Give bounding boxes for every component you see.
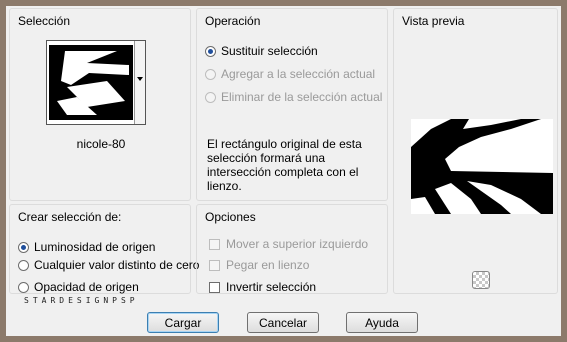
radio-sustituir-seleccion[interactable]: Sustituir selección — [205, 44, 318, 58]
selection-name-label: nicole-80 — [76, 137, 126, 151]
operacion-group: Operación Sustituir selección Agregar a … — [196, 8, 388, 201]
radio-button[interactable] — [205, 45, 216, 57]
crear-seleccion-title: Crear selección de: — [16, 210, 124, 224]
radio-button[interactable] — [18, 281, 29, 293]
checkbox[interactable] — [209, 259, 220, 271]
cancelar-button[interactable]: Cancelar — [247, 312, 319, 333]
checkbox[interactable] — [209, 238, 220, 250]
checkbox[interactable] — [209, 281, 220, 293]
seleccion-title: Selección — [16, 14, 73, 28]
selection-preview — [411, 119, 553, 214]
transparency-checker-icon[interactable] — [472, 271, 490, 289]
dropdown-arrow-icon[interactable] — [134, 41, 145, 124]
operation-description: El rectángulo original de esta selección… — [207, 137, 362, 193]
operacion-title: Operación — [203, 14, 263, 28]
load-selection-dialog: Selección nicole-80 Operación Sustituir … — [6, 6, 561, 336]
radio-label: Opacidad de origen — [34, 280, 139, 294]
checkbox-invertir-seleccion[interactable]: Invertir selección — [209, 280, 316, 294]
radio-label: Eliminar de la selección actual — [221, 90, 383, 104]
selection-thumbnail — [47, 41, 135, 124]
radio-button[interactable] — [18, 241, 29, 253]
seleccion-group: Selección nicole-80 — [9, 8, 191, 201]
radio-eliminar-seleccion[interactable]: Eliminar de la selección actual — [205, 90, 382, 104]
watermark-text: STARDESIGNPSP — [24, 296, 139, 305]
cargar-button[interactable]: Cargar — [147, 312, 219, 333]
radio-label: Sustituir selección — [221, 44, 318, 58]
checkbox-label: Invertir selección — [226, 280, 317, 294]
checkbox-label: Mover a superior izquierdo — [226, 237, 369, 251]
radio-button[interactable] — [205, 68, 216, 80]
radio-luminosidad-origen[interactable]: Luminosidad de origen — [18, 240, 155, 254]
radio-label: Agregar a la selección actual — [221, 67, 376, 81]
radio-button[interactable] — [205, 91, 216, 103]
radio-label: Cualquier valor distinto de cero — [34, 258, 200, 272]
radio-agregar-seleccion[interactable]: Agregar a la selección actual — [205, 67, 375, 81]
radio-valor-distinto-cero[interactable]: Cualquier valor distinto de cero — [18, 258, 199, 272]
checkbox-pegar-en-lienzo[interactable]: Pegar en lienzo — [209, 258, 309, 272]
vista-previa-title: Vista previa — [400, 14, 467, 28]
radio-button[interactable] — [18, 259, 29, 271]
opciones-title: Opciones — [203, 210, 258, 224]
opciones-group: Opciones Mover a superior izquierdo Pega… — [196, 204, 388, 294]
radio-label: Luminosidad de origen — [34, 240, 156, 254]
checkbox-label: Pegar en lienzo — [226, 258, 310, 272]
selection-thumbnail-dropdown[interactable] — [46, 40, 146, 125]
vista-previa-group: Vista previa — [393, 8, 558, 294]
checkbox-mover-superior-izquierdo[interactable]: Mover a superior izquierdo — [209, 237, 368, 251]
crear-seleccion-group: Crear selección de: Luminosidad de orige… — [9, 204, 199, 294]
ayuda-button[interactable]: Ayuda — [346, 312, 418, 333]
radio-opacidad-origen[interactable]: Opacidad de origen — [18, 280, 139, 294]
